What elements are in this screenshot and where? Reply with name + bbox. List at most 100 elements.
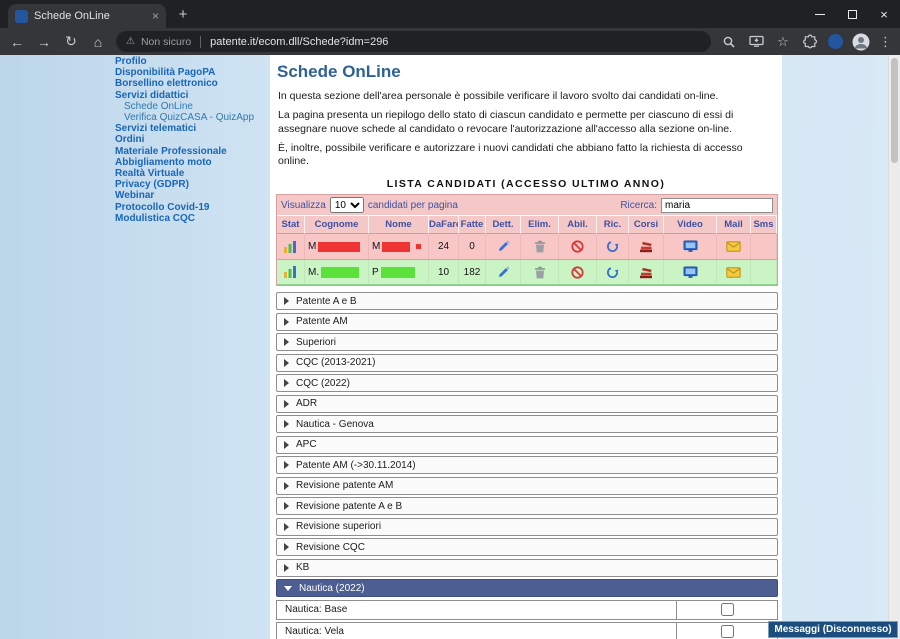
nautica-base-checkbox[interactable] bbox=[721, 603, 734, 616]
reload-icon[interactable]: ↻ bbox=[62, 33, 80, 50]
redacted-block bbox=[416, 244, 421, 249]
category-row-revisione-am[interactable]: Revisione patente AM bbox=[276, 477, 778, 495]
courses-books-icon[interactable] bbox=[629, 260, 664, 284]
sidebar-item-abbigliamento[interactable]: Abbigliamento moto bbox=[115, 157, 271, 168]
col-header-nome[interactable]: Nome bbox=[369, 216, 429, 234]
omnibox-separator bbox=[200, 36, 201, 48]
browser-tab[interactable]: Schede OnLine × bbox=[8, 4, 166, 28]
chevron-right-icon bbox=[284, 420, 289, 428]
main-content: Schede OnLine In questa sezione dell'are… bbox=[270, 55, 782, 639]
stats-icon[interactable] bbox=[277, 234, 305, 259]
page-size-select[interactable]: 10 bbox=[330, 197, 364, 213]
delete-trash-icon[interactable] bbox=[521, 260, 559, 284]
category-row-nautica-genova[interactable]: Nautica - Genova bbox=[276, 415, 778, 433]
category-row-patente-am[interactable]: Patente AM bbox=[276, 313, 778, 331]
sidebar-item-privacy[interactable]: Privacy (GDPR) bbox=[115, 179, 271, 190]
forward-icon[interactable]: → bbox=[35, 34, 53, 50]
col-header-dafare[interactable]: DaFare bbox=[429, 216, 459, 234]
chevron-right-icon bbox=[284, 441, 289, 449]
category-row-nautica-2022[interactable]: Nautica (2022) bbox=[276, 579, 778, 597]
tab-close-icon[interactable]: × bbox=[152, 10, 159, 22]
maximize-button[interactable] bbox=[836, 0, 868, 28]
refresh-icon[interactable] bbox=[597, 234, 629, 259]
col-header-fatte[interactable]: Fatte bbox=[459, 216, 486, 234]
refresh-icon[interactable] bbox=[597, 260, 629, 284]
install-icon[interactable] bbox=[747, 35, 765, 48]
col-header-sms[interactable]: Sms bbox=[751, 216, 777, 234]
zoom-icon[interactable] bbox=[720, 35, 738, 49]
edit-icon[interactable] bbox=[486, 234, 521, 259]
col-header-corsi[interactable]: Corsi bbox=[629, 216, 664, 234]
extension-badge-icon[interactable] bbox=[828, 34, 843, 49]
sidebar-item-realta-virtuale[interactable]: Realtà Virtuale bbox=[115, 168, 271, 179]
category-row-apc[interactable]: APC bbox=[276, 436, 778, 454]
mail-envelope-icon[interactable] bbox=[717, 234, 751, 259]
video-monitor-icon[interactable] bbox=[664, 234, 717, 259]
sidebar-item-modulistica-cqc[interactable]: Modulistica CQC bbox=[115, 213, 271, 224]
category-row-cqc-2022[interactable]: CQC (2022) bbox=[276, 374, 778, 392]
per-pagina-label: candidati per pagina bbox=[368, 200, 458, 211]
col-header-elim[interactable]: Elim. bbox=[521, 216, 559, 234]
category-row-adr[interactable]: ADR bbox=[276, 395, 778, 413]
sidebar-item-materiale[interactable]: Materiale Professionale bbox=[115, 146, 271, 157]
sidebar-item-ordini[interactable]: Ordini bbox=[115, 134, 271, 145]
list-heading: LISTA CANDIDATI (ACCESSO ULTIMO ANNO) bbox=[270, 178, 782, 190]
category-row-kb[interactable]: KB bbox=[276, 559, 778, 577]
new-tab-button[interactable]: + bbox=[174, 6, 192, 23]
home-icon[interactable]: ⌂ bbox=[89, 34, 107, 50]
sidebar-item-servizi-telematici[interactable]: Servizi telematici bbox=[115, 123, 271, 134]
category-accordion: Patente A e B Patente AM Superiori CQC (… bbox=[276, 292, 778, 639]
sidebar-item-pagopa[interactable]: Disponibilità PagoPA bbox=[115, 67, 271, 78]
nautica-vela-checkbox[interactable] bbox=[721, 625, 734, 638]
col-header-video[interactable]: Video bbox=[664, 216, 717, 234]
sidebar-item-servizi-didattici[interactable]: Servizi didattici bbox=[115, 90, 271, 101]
col-header-mail[interactable]: Mail bbox=[717, 216, 751, 234]
profile-avatar[interactable] bbox=[852, 33, 870, 51]
minimize-button[interactable] bbox=[804, 0, 836, 28]
mail-envelope-icon[interactable] bbox=[717, 260, 751, 284]
courses-books-icon[interactable] bbox=[629, 234, 664, 259]
browser-menu-icon[interactable]: ⋮ bbox=[879, 34, 892, 50]
category-row-cqc-2013[interactable]: CQC (2013-2021) bbox=[276, 354, 778, 372]
category-row-patente-a-b[interactable]: Patente A e B bbox=[276, 292, 778, 310]
category-row-revisione-a-b[interactable]: Revisione patente A e B bbox=[276, 497, 778, 515]
sidebar-item-schede-online[interactable]: Schede OnLine bbox=[115, 101, 271, 112]
sidebar-item-profilo[interactable]: Profilo bbox=[115, 56, 271, 67]
back-icon[interactable]: ← bbox=[8, 34, 26, 50]
edit-icon[interactable] bbox=[486, 260, 521, 284]
sidebar-item-webinar[interactable]: Webinar bbox=[115, 190, 271, 201]
stats-icon[interactable] bbox=[277, 260, 305, 284]
tab-title: Schede OnLine bbox=[34, 10, 146, 22]
extensions-puzzle-icon[interactable] bbox=[801, 34, 819, 49]
site-favicon-icon bbox=[15, 10, 28, 23]
close-button[interactable]: × bbox=[868, 0, 900, 28]
category-row-revisione-cqc[interactable]: Revisione CQC bbox=[276, 538, 778, 556]
scrollbar-thumb[interactable] bbox=[891, 58, 898, 163]
disable-forbidden-icon[interactable] bbox=[559, 234, 597, 259]
redacted-block bbox=[381, 267, 415, 278]
address-bar[interactable]: ⚠ Non sicuro patente.it/ecom.dll/Schede?… bbox=[116, 31, 711, 52]
nautica-base-row: Nautica: Base bbox=[276, 600, 778, 620]
delete-trash-icon[interactable] bbox=[521, 234, 559, 259]
intro-paragraph: In questa sezione dell'area personale è … bbox=[278, 90, 774, 104]
col-header-abil[interactable]: Abil. bbox=[559, 216, 597, 234]
browser-toolbar: ← → ↻ ⌂ ⚠ Non sicuro patente.it/ecom.dll… bbox=[0, 28, 900, 55]
page-scrollbar[interactable] bbox=[888, 55, 900, 639]
sidebar-nav: Profilo Disponibilità PagoPA Borsellino … bbox=[115, 56, 271, 224]
sidebar-item-covid[interactable]: Protocollo Covid-19 bbox=[115, 202, 271, 213]
messages-bar[interactable]: Messaggi (Disconnesso) bbox=[768, 621, 898, 638]
col-header-dett[interactable]: Dett. bbox=[486, 216, 521, 234]
sidebar-item-verifica-quizcasa[interactable]: Verifica QuizCASA - QuizApp bbox=[115, 112, 271, 123]
col-header-stat[interactable]: Stat bbox=[277, 216, 305, 234]
category-row-superiori[interactable]: Superiori bbox=[276, 333, 778, 351]
sidebar-item-borsellino[interactable]: Borsellino elettronico bbox=[115, 78, 271, 89]
bookmark-star-icon[interactable]: ☆ bbox=[774, 34, 792, 50]
category-row-patente-am-2014[interactable]: Patente AM (->30.11.2014) bbox=[276, 456, 778, 474]
col-header-cognome[interactable]: Cognome bbox=[305, 216, 369, 234]
search-input[interactable] bbox=[661, 198, 773, 213]
table-controls: Visualizza 10 candidati per pagina Ricer… bbox=[277, 195, 777, 215]
video-monitor-icon[interactable] bbox=[664, 260, 717, 284]
col-header-ric[interactable]: Ric. bbox=[597, 216, 629, 234]
disable-forbidden-icon[interactable] bbox=[559, 260, 597, 284]
category-row-revisione-superiori[interactable]: Revisione superiori bbox=[276, 518, 778, 536]
